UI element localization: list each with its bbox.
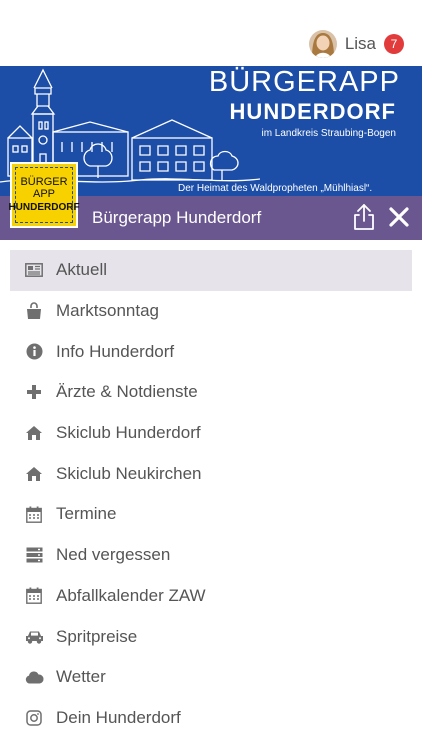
menu-item-label: Marktsonntag [56, 301, 159, 321]
menu-item[interactable]: Termine [10, 494, 412, 535]
banner-region: im Landkreis Straubing-Bogen [261, 128, 396, 139]
cloud-icon [24, 667, 44, 687]
calendar-icon [24, 586, 44, 606]
menu-item[interactable]: Aktuell [10, 250, 412, 291]
menu-item-label: Ned vergessen [56, 545, 171, 565]
menu-item-label: Wetter [56, 667, 106, 687]
menu-item[interactable]: Info Hunderdorf [10, 331, 412, 372]
menu-item-label: Skiclub Hunderdorf [56, 423, 201, 443]
car-icon [24, 627, 44, 647]
newspaper-icon [24, 260, 44, 280]
close-button[interactable] [386, 204, 412, 230]
side-menu: Aktuell Marktsonntag Info Hunderdorf Ärzte … [10, 250, 412, 738]
user-name[interactable]: Lisa [345, 34, 376, 54]
menu-item-label: Ärzte & Notdienste [56, 382, 198, 402]
info-icon [24, 342, 44, 362]
logo-line-2: APP [32, 188, 55, 200]
menu-item[interactable]: Skiclub Neukirchen [10, 453, 412, 494]
share-icon [354, 204, 374, 230]
menu-item-label: Spritpreise [56, 626, 138, 646]
header-title: Bürgerapp Hunderdorf [92, 208, 262, 227]
menu-item-label: Termine [56, 504, 117, 524]
plus-icon [24, 382, 44, 402]
logo-line-1: BÜRGER [20, 176, 68, 188]
home-icon [24, 423, 44, 443]
server-icon [24, 545, 44, 565]
menu-item[interactable]: Abfallkalender ZAW [10, 576, 412, 617]
menu-item-label: Aktuell [56, 260, 108, 280]
menu-item[interactable]: Wetter [10, 657, 412, 698]
menu-item[interactable]: Spritpreise [10, 616, 412, 657]
shopping-bag-icon [24, 301, 44, 321]
banner-motto: Der Heimat des Waldpropheten „Mühlhiasl“… [178, 183, 373, 194]
menu-item-label: Info Hunderdorf [56, 341, 175, 361]
menu-item[interactable]: Skiclub Hunderdorf [10, 413, 412, 454]
app-logo: BÜRGER APP HUNDERDORF [8, 162, 80, 228]
menu-item-label: Abfallkalender ZAW [56, 585, 206, 605]
menu-item[interactable]: Dein Hunderdorf [10, 698, 412, 739]
avatar[interactable] [308, 30, 337, 58]
share-button[interactable] [350, 202, 378, 232]
logo-line-3: HUNDERDORF [8, 202, 80, 213]
user-profile[interactable]: Lisa 7 [308, 30, 404, 58]
instagram-icon [24, 708, 44, 728]
menu-item[interactable]: Marktsonntag [10, 291, 412, 332]
calendar-icon [24, 504, 44, 524]
menu-item-label: Skiclub Neukirchen [56, 463, 202, 483]
menu-item[interactable]: Ned vergessen [10, 535, 412, 576]
banner-title: BÜRGERAPP [208, 66, 400, 98]
menu-item-label: Dein Hunderdorf [56, 707, 181, 727]
notification-badge[interactable]: 7 [384, 34, 404, 54]
close-icon [389, 207, 409, 227]
banner-subtitle: HUNDERDORF [229, 99, 396, 124]
menu-item[interactable]: Ärzte & Notdienste [10, 372, 412, 413]
top-bar: Lisa 7 [0, 0, 422, 66]
home-icon [24, 464, 44, 484]
